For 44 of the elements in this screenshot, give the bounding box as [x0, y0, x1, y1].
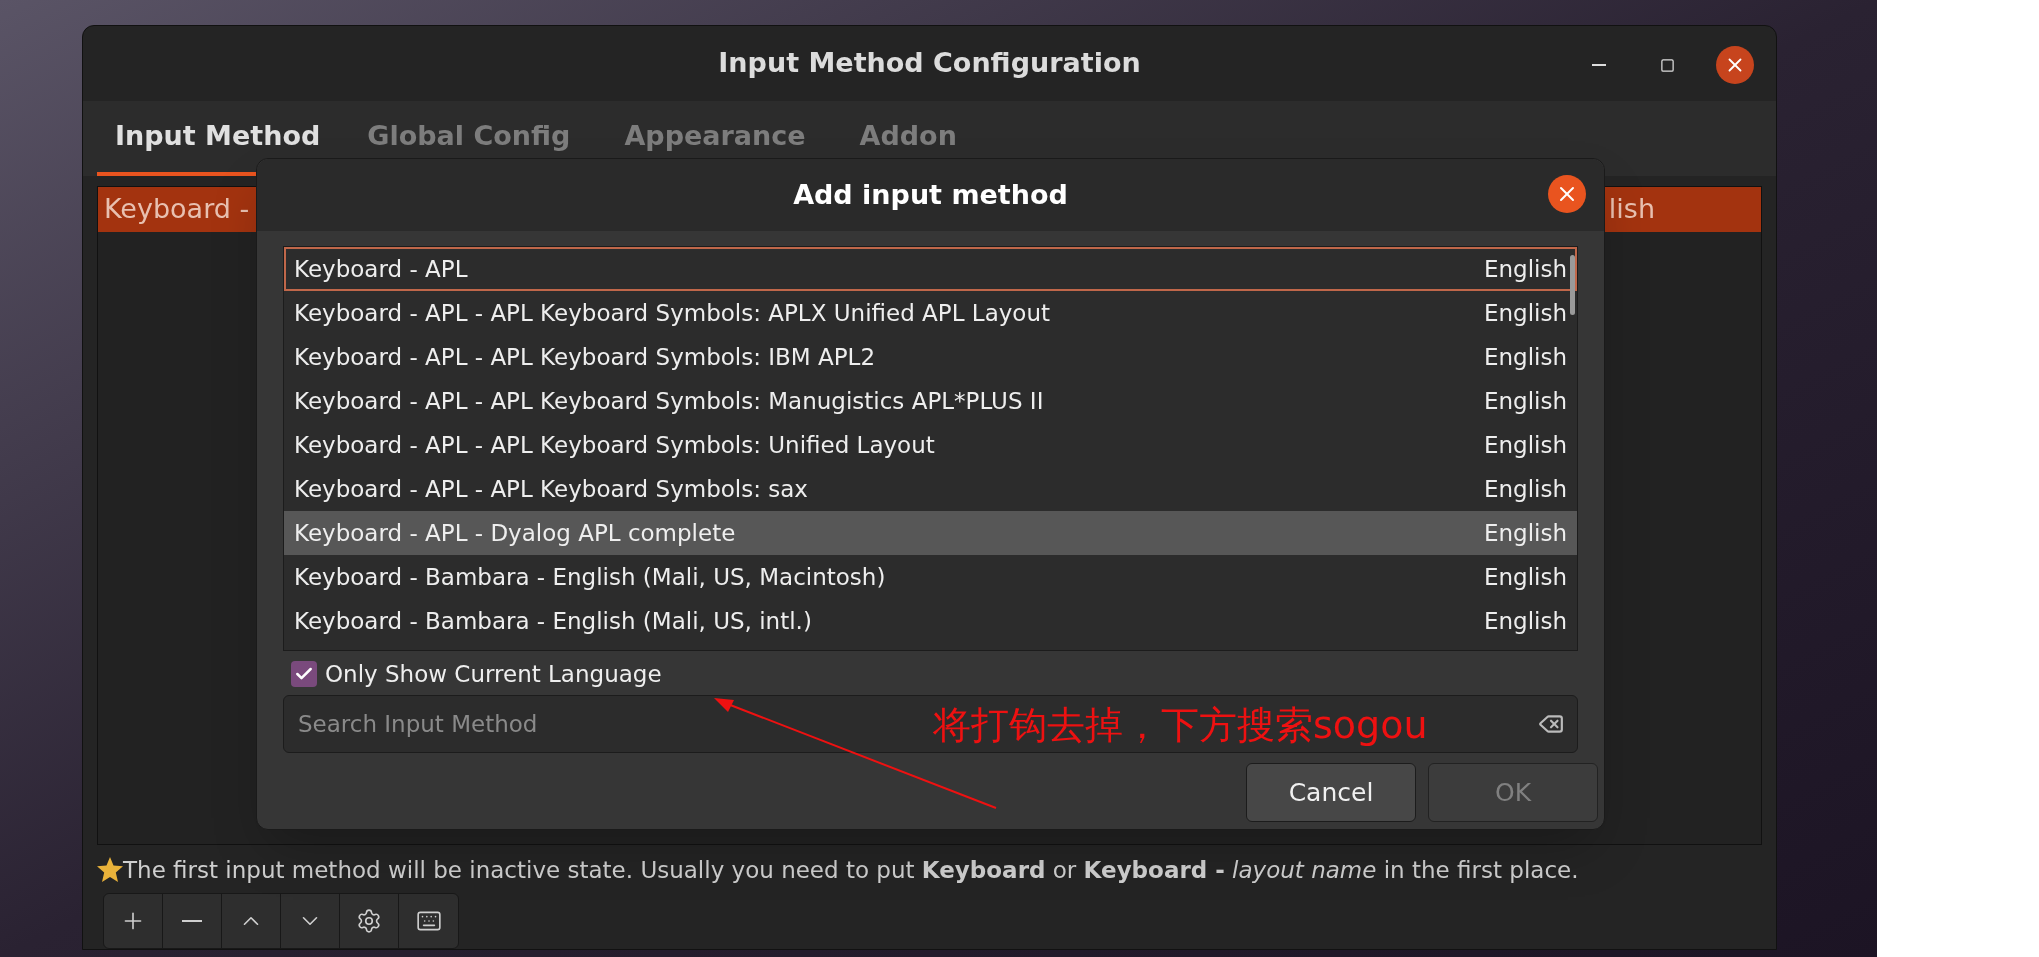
list-row[interactable]: Keyboard - APL - APL Keyboard Symbols: sax English — [284, 467, 1577, 511]
row-language: English — [1483, 254, 1567, 284]
only-current-language-checkbox[interactable]: Only Show Current Language — [291, 657, 1604, 691]
close-button[interactable] — [1548, 175, 1586, 213]
list-row[interactable]: Keyboard - APL - Dyalog APL complete English — [284, 511, 1577, 555]
settings-icon — [356, 908, 382, 934]
row-name: Keyboard - APL - APL Keyboard Symbols: APLX Unified APL Layout — [294, 298, 1050, 328]
hint-text: The first input method will be inactive state. Usually you need to put Keyboard or Keyboard - layout name in the first place. — [123, 855, 1579, 885]
list-row[interactable]: Keyboard - Bambara - English (Mali, US, Macintosh) English — [284, 555, 1577, 599]
list-row[interactable]: Keyboard - APL - APL Keyboard Symbols: Manugistics APL*PLUS II English — [284, 379, 1577, 423]
list-row[interactable]: Keyboard - APL - APL Keyboard Symbols: Unified Layout English — [284, 423, 1577, 467]
row-name: Keyboard - APL - APL Keyboard Symbols: Unified Layout — [294, 430, 935, 460]
scrollbar-thumb — [1570, 255, 1575, 315]
row-name: Keyboard - APL - APL Keyboard Symbols: IBM APL2 — [294, 342, 876, 372]
checkbox[interactable] — [291, 661, 317, 687]
window-title: Input Method Configuration — [718, 46, 1141, 81]
star-icon — [97, 857, 123, 883]
close-button[interactable] — [1716, 46, 1754, 84]
list-row[interactable]: Keyboard - Bambara - English (Mali, US, intl.) English — [284, 599, 1577, 643]
row-name: Keyboard - APL - APL Keyboard Symbols: sax — [294, 474, 808, 504]
row-name: Keyboard - APL - APL Keyboard Symbols: Manugistics APL*PLUS II — [294, 386, 1044, 416]
row-name: Keyboard - Bambara - English (Mali, US, Macintosh) — [294, 562, 886, 592]
row-name: Keyboard - — [104, 192, 250, 227]
row-language: English — [1483, 562, 1567, 592]
dialog-button[interactable]: Cancel — [1246, 763, 1416, 822]
minimize-icon — [1592, 64, 1606, 66]
row-language: English — [1483, 298, 1567, 328]
row-language: English — [1483, 342, 1567, 372]
row-name: Keyboard - APL — [294, 254, 468, 284]
row-name: Keyboard - Bambara - English (Mali, US, intl.) — [294, 606, 812, 636]
row-name: Keyboard - APL - Dyalog APL complete — [294, 518, 736, 548]
row-language: English — [1483, 386, 1567, 416]
row-language: lish — [1608, 192, 1656, 227]
list-row[interactable]: Keyboard - APL English — [284, 247, 1577, 291]
list-row[interactable]: Keyboard - APL - APL Keyboard Symbols: APLX Unified APL Layout English — [284, 291, 1577, 335]
row-language: English — [1483, 474, 1567, 504]
list-row[interactable]: Keyboard - APL - APL Keyboard Symbols: IBM APL2 English — [284, 335, 1577, 379]
row-language: English — [1483, 606, 1567, 636]
row-language: English — [1483, 430, 1567, 460]
annotation-text: 将打钩去掉，下方搜索sogou — [933, 702, 1428, 749]
dialog-title: Add input method — [793, 177, 1068, 212]
maximize-icon — [1659, 57, 1675, 73]
minus-icon — [182, 920, 202, 922]
row-language: English — [1483, 518, 1567, 548]
